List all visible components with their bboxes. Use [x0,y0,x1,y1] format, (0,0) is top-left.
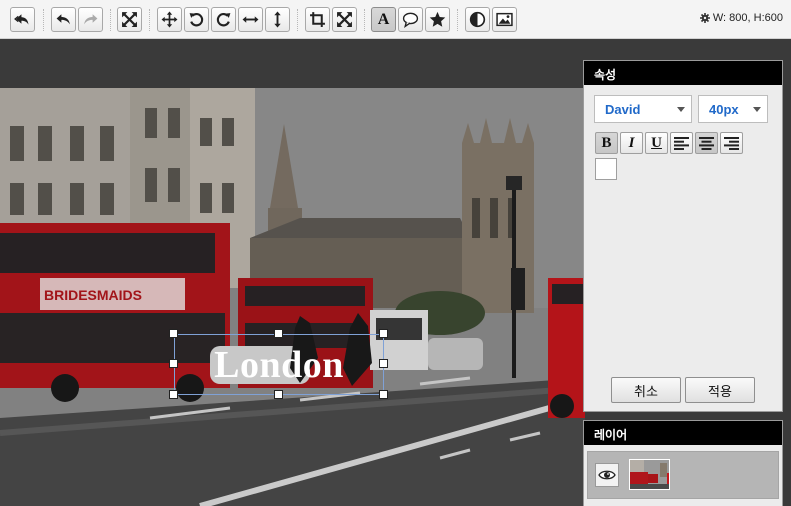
flip-vertical-icon [274,11,281,28]
photo-thumbnail [630,460,669,489]
resize-handle-top-left[interactable] [169,329,178,338]
layers-panel: 레이어 [583,420,783,506]
chevron-down-icon [753,107,761,112]
layer-thumbnail [629,459,670,490]
italic-button[interactable]: I [620,132,643,154]
layer-item[interactable] [587,451,779,499]
layer-visibility-toggle[interactable] [595,463,619,487]
resize-handle-bottom[interactable] [274,390,283,399]
toolbar-separator [297,9,298,31]
filter-button[interactable] [465,7,490,32]
resize-button[interactable] [332,7,357,32]
contrast-icon [469,11,486,28]
resize-handle-bottom-right[interactable] [379,390,388,399]
restore-button[interactable] [10,7,35,32]
cancel-button[interactable]: 취소 [611,377,681,403]
flip-horizontal-icon [242,16,259,23]
resize-handle-top-right[interactable] [379,329,388,338]
resize-handle-bottom-left[interactable] [169,390,178,399]
resize-handle-left[interactable] [169,359,178,368]
text-layer[interactable]: London [214,346,344,384]
undo-button[interactable] [51,7,76,32]
speech-bubble-icon [402,12,419,28]
resize-handle-right[interactable] [379,359,388,368]
text-tool-button[interactable]: A [371,7,396,32]
toolbar-separator [149,9,150,31]
redo-icon [84,14,98,25]
properties-panel: 속성 David 40px B I U 취소 적용 [583,60,783,412]
image-icon [496,12,513,27]
chevron-down-icon [677,107,685,112]
star-icon [429,11,446,27]
toolbar-separator [457,9,458,31]
image-button[interactable] [492,7,517,32]
align-center-icon [699,136,714,150]
move-icon [161,11,178,28]
align-left-icon [674,136,689,150]
canvas-photo[interactable]: BRIDESMAIDS [0,88,585,506]
rotate-right-button[interactable] [211,7,236,32]
bold-icon: B [601,134,612,151]
undo-icon [56,14,70,25]
flip-vertical-button[interactable] [265,7,290,32]
sticker-button[interactable] [425,7,450,32]
photo-image: BRIDESMAIDS [0,88,585,506]
restore-icon [14,14,29,25]
toolbar-separator [364,9,365,31]
underline-button[interactable]: U [645,132,668,154]
text-color-swatch[interactable] [595,158,617,180]
layers-title: 레이어 [584,421,782,445]
font-size-select[interactable]: 40px [698,95,768,123]
canvas-size-text: W: 800, H:600 [712,12,783,24]
properties-title: 속성 [584,61,782,85]
rotate-left-icon [189,13,204,27]
text-layer-box[interactable]: London [174,334,384,395]
apply-button[interactable]: 적용 [685,377,755,403]
rotate-right-icon [216,13,231,27]
resize-handle-top[interactable] [274,329,283,338]
crop-button[interactable] [305,7,330,32]
eye-icon [598,470,616,480]
gear-icon [699,13,710,23]
align-center-button[interactable] [695,132,718,154]
flip-horizontal-button[interactable] [238,7,263,32]
speech-bubble-button[interactable] [398,7,423,32]
toolbar-separator [110,9,111,31]
resize-icon [337,12,352,27]
font-family-select[interactable]: David [594,95,692,123]
bold-button[interactable]: B [595,132,618,154]
canvas-size-readout: W: 800, H:600 [699,12,783,24]
font-family-value: David [605,101,641,117]
align-left-button[interactable] [670,132,693,154]
rotate-left-button[interactable] [184,7,209,32]
toolbar-separator [43,9,44,31]
align-right-icon [724,136,739,150]
move-button[interactable] [157,7,182,32]
fit-screen-button[interactable] [117,7,142,32]
font-size-value: 40px [709,101,739,117]
crop-icon [310,12,325,27]
underline-icon: U [651,134,662,151]
redo-button[interactable] [78,7,103,32]
toolbar: A W: 800, H:600 [0,0,791,39]
expand-arrows-icon [122,12,137,27]
text-icon: A [377,10,390,28]
align-right-button[interactable] [720,132,743,154]
italic-icon: I [628,134,635,151]
